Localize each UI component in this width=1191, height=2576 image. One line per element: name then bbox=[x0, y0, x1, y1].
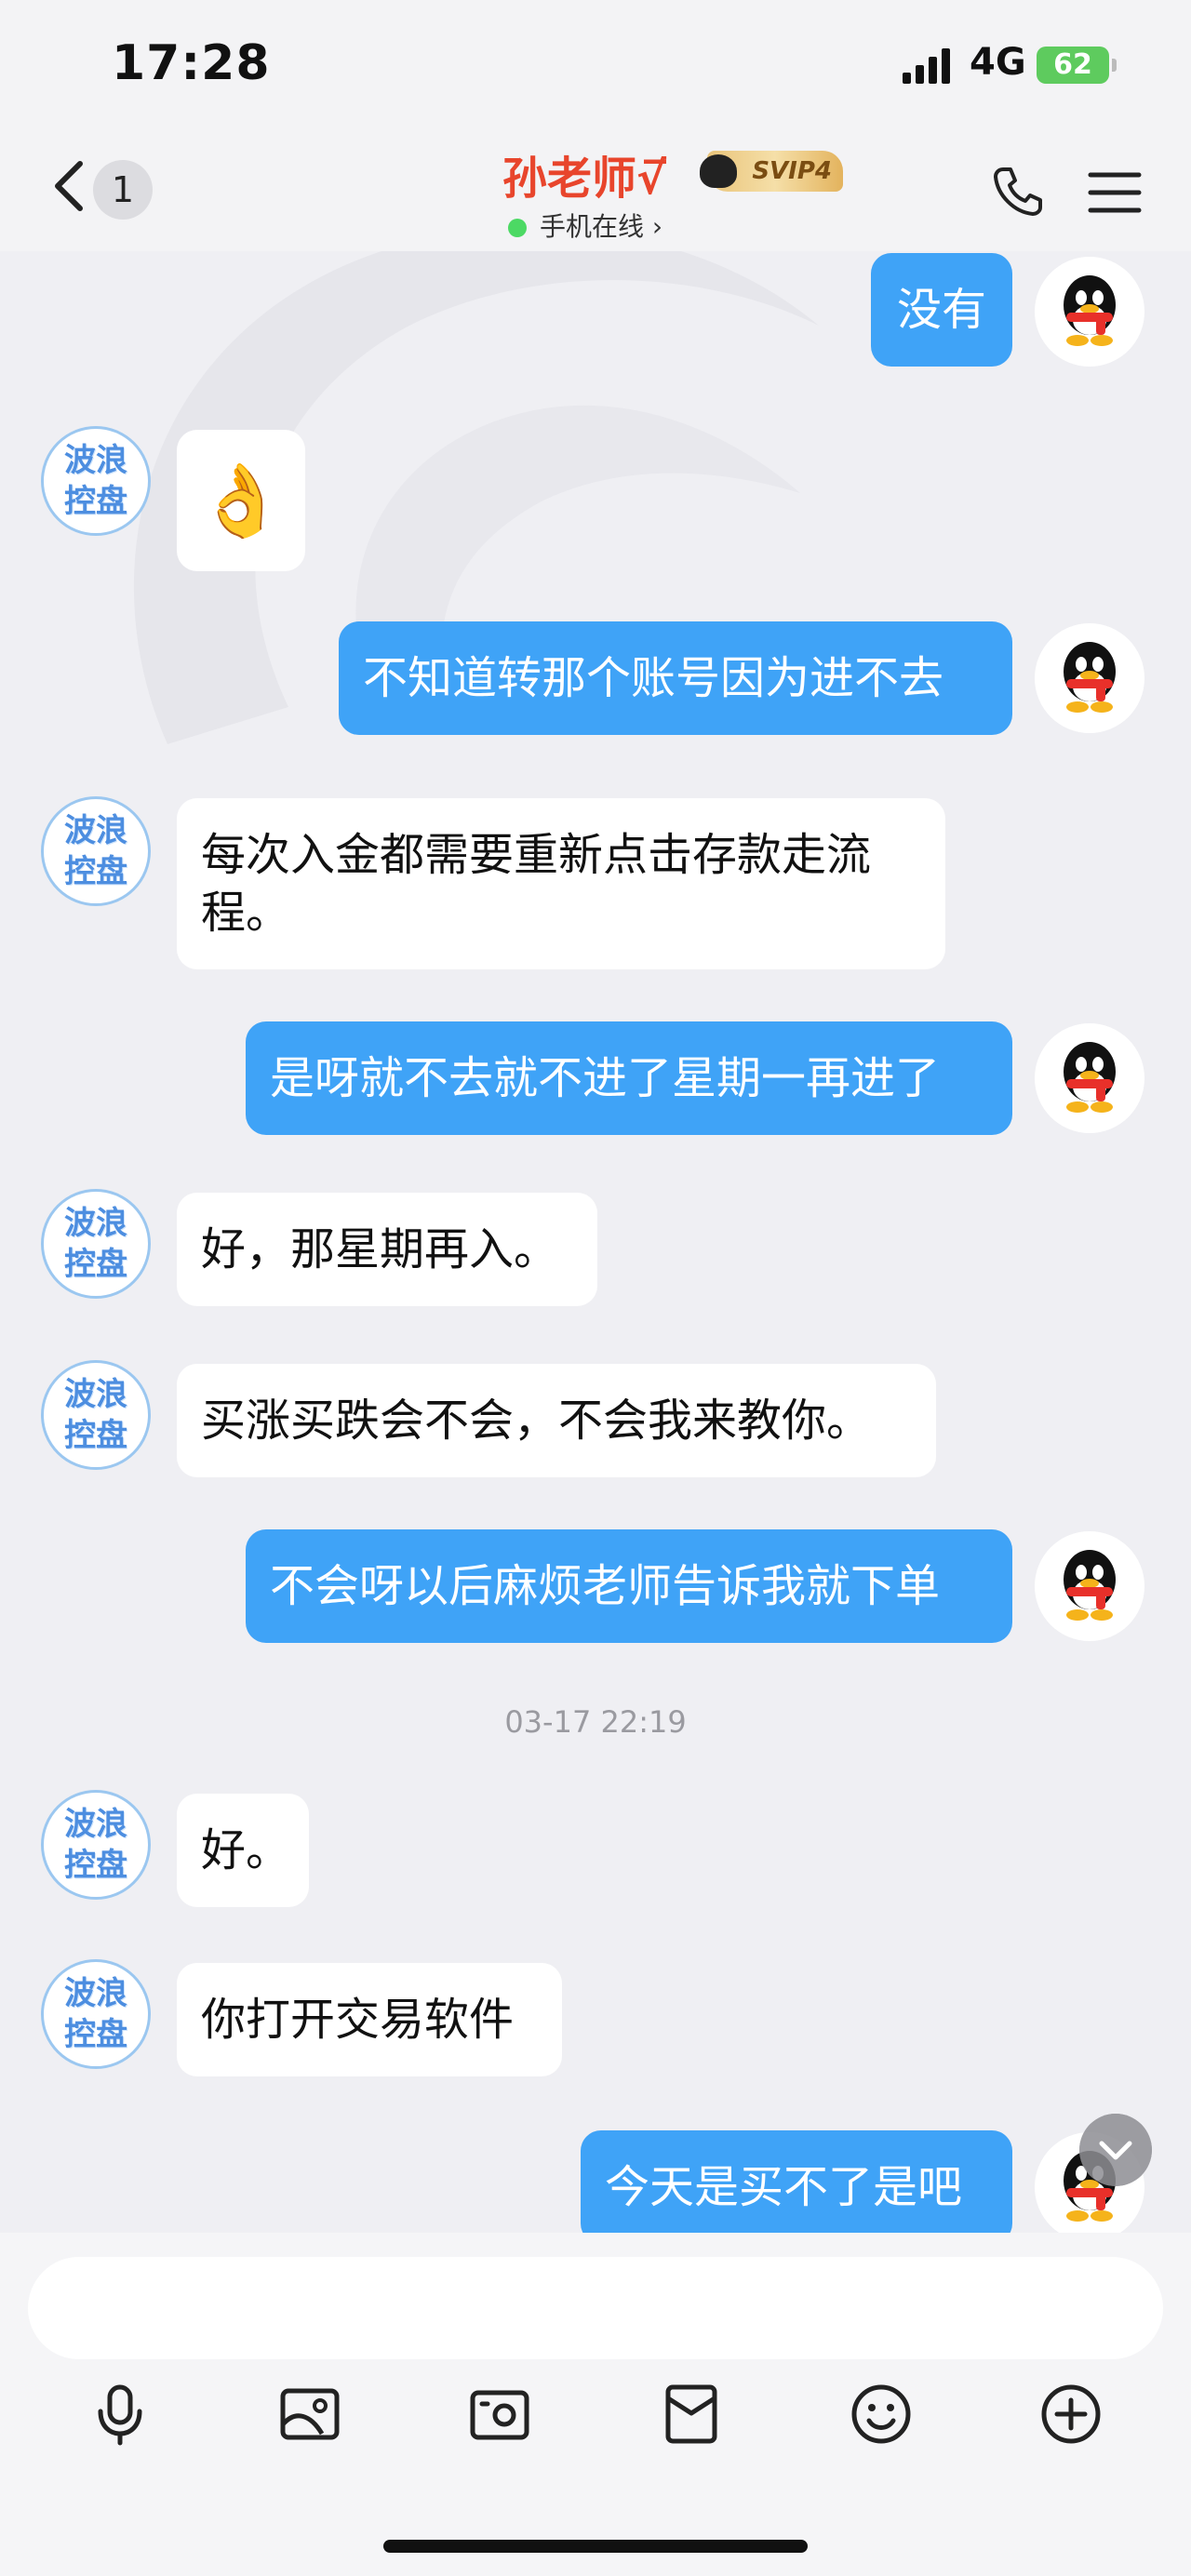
scroll-to-bottom-button[interactable] bbox=[1079, 2114, 1152, 2186]
message-bubble-out[interactable]: 没有 bbox=[871, 253, 1012, 367]
message-bubble-out[interactable]: 不会呀以后麻烦老师告诉我就下单 bbox=[246, 1529, 1012, 1643]
teacher-avatar[interactable]: 波浪 控盘 bbox=[41, 1189, 151, 1299]
teacher-avatar[interactable]: 波浪 控盘 bbox=[41, 1360, 151, 1470]
microphone-icon[interactable] bbox=[87, 2382, 153, 2447]
menu-icon[interactable] bbox=[1087, 169, 1143, 216]
online-status-label: 手机在线 › bbox=[540, 211, 663, 242]
svip-badge: SVIP4 bbox=[700, 151, 843, 192]
my-avatar-penguin[interactable] bbox=[1035, 1531, 1144, 1641]
cellular-signal-icon bbox=[903, 48, 950, 84]
message-input[interactable] bbox=[28, 2257, 1163, 2359]
message-bubble-out[interactable]: 是呀就不去就不进了星期一再进了 bbox=[246, 1021, 1012, 1135]
my-avatar-penguin[interactable] bbox=[1035, 623, 1144, 733]
message-timestamp: 03-17 22:19 bbox=[504, 1704, 687, 1740]
emoji-icon[interactable] bbox=[849, 2382, 914, 2447]
phone-call-icon[interactable] bbox=[990, 164, 1046, 220]
message-bubble-out[interactable]: 今天是买不了是吧 bbox=[581, 2130, 1012, 2244]
vip-label: SVIP4 bbox=[752, 157, 832, 185]
online-dot-icon bbox=[508, 219, 527, 237]
teacher-avatar[interactable]: 波浪 控盘 bbox=[41, 796, 151, 906]
my-avatar-penguin[interactable] bbox=[1035, 1023, 1144, 1133]
network-type: 4G bbox=[970, 41, 1026, 84]
contact-name[interactable]: 孙老师√̅ bbox=[502, 141, 666, 207]
status-time: 17:28 bbox=[112, 35, 271, 91]
chat-messages[interactable]: 没有 波浪 控盘 👌 不知道转那个账号因为进不去 波浪 控盘 每次入金都需要重新… bbox=[0, 251, 1191, 2244]
message-bubble-in[interactable]: 每次入金都需要重新点击存款走流 程。 bbox=[177, 798, 945, 969]
chat-header: 1 孙老师√̅ SVIP4 手机在线 › bbox=[0, 130, 1191, 251]
teacher-avatar-text: 波浪 控盘 bbox=[64, 1376, 127, 1454]
status-bar: 17:28 4G 62 bbox=[0, 0, 1191, 130]
message-bubble-out[interactable]: 不知道转那个账号因为进不去 bbox=[339, 621, 1012, 735]
teacher-avatar-text: 波浪 控盘 bbox=[64, 1205, 127, 1283]
message-bubble-in[interactable]: 好，那星期再入。 bbox=[177, 1193, 597, 1306]
teacher-avatar-text: 波浪 控盘 bbox=[64, 1806, 127, 1884]
back-icon[interactable] bbox=[47, 158, 93, 214]
camera-icon[interactable] bbox=[467, 2382, 532, 2447]
message-bubble-in[interactable]: 好。 bbox=[177, 1794, 309, 1907]
plus-icon[interactable] bbox=[1038, 2382, 1104, 2447]
message-bubble-in[interactable]: 你打开交易软件 bbox=[177, 1963, 562, 2076]
message-bubble-in[interactable]: 买涨买跌会不会，不会我来教你。 bbox=[177, 1364, 936, 1477]
my-avatar-penguin[interactable] bbox=[1035, 257, 1144, 367]
teacher-avatar-text: 波浪 控盘 bbox=[64, 812, 127, 890]
vip-helmet-icon bbox=[700, 154, 737, 188]
teacher-avatar-text: 波浪 控盘 bbox=[64, 442, 127, 520]
battery-level: 62 bbox=[1053, 48, 1092, 81]
unread-count-badge[interactable]: 1 bbox=[93, 160, 153, 220]
message-line: 每次入金都需要重新点击存款走流 bbox=[201, 829, 872, 881]
teacher-avatar[interactable]: 波浪 控盘 bbox=[41, 426, 151, 536]
home-indicator bbox=[383, 2540, 808, 2553]
teacher-avatar[interactable]: 波浪 控盘 bbox=[41, 1959, 151, 2069]
battery-icon: 62 bbox=[1037, 47, 1117, 84]
online-status[interactable]: 手机在线 › bbox=[508, 207, 662, 244]
message-line: 程。 bbox=[201, 887, 291, 939]
input-area bbox=[0, 2233, 1191, 2576]
image-icon[interactable] bbox=[277, 2382, 342, 2447]
message-bubble-in-emoji[interactable]: 👌 bbox=[177, 430, 305, 571]
teacher-avatar[interactable]: 波浪 控盘 bbox=[41, 1790, 151, 1900]
teacher-avatar-text: 波浪 控盘 bbox=[64, 1975, 127, 2053]
red-packet-icon[interactable] bbox=[659, 2382, 724, 2447]
